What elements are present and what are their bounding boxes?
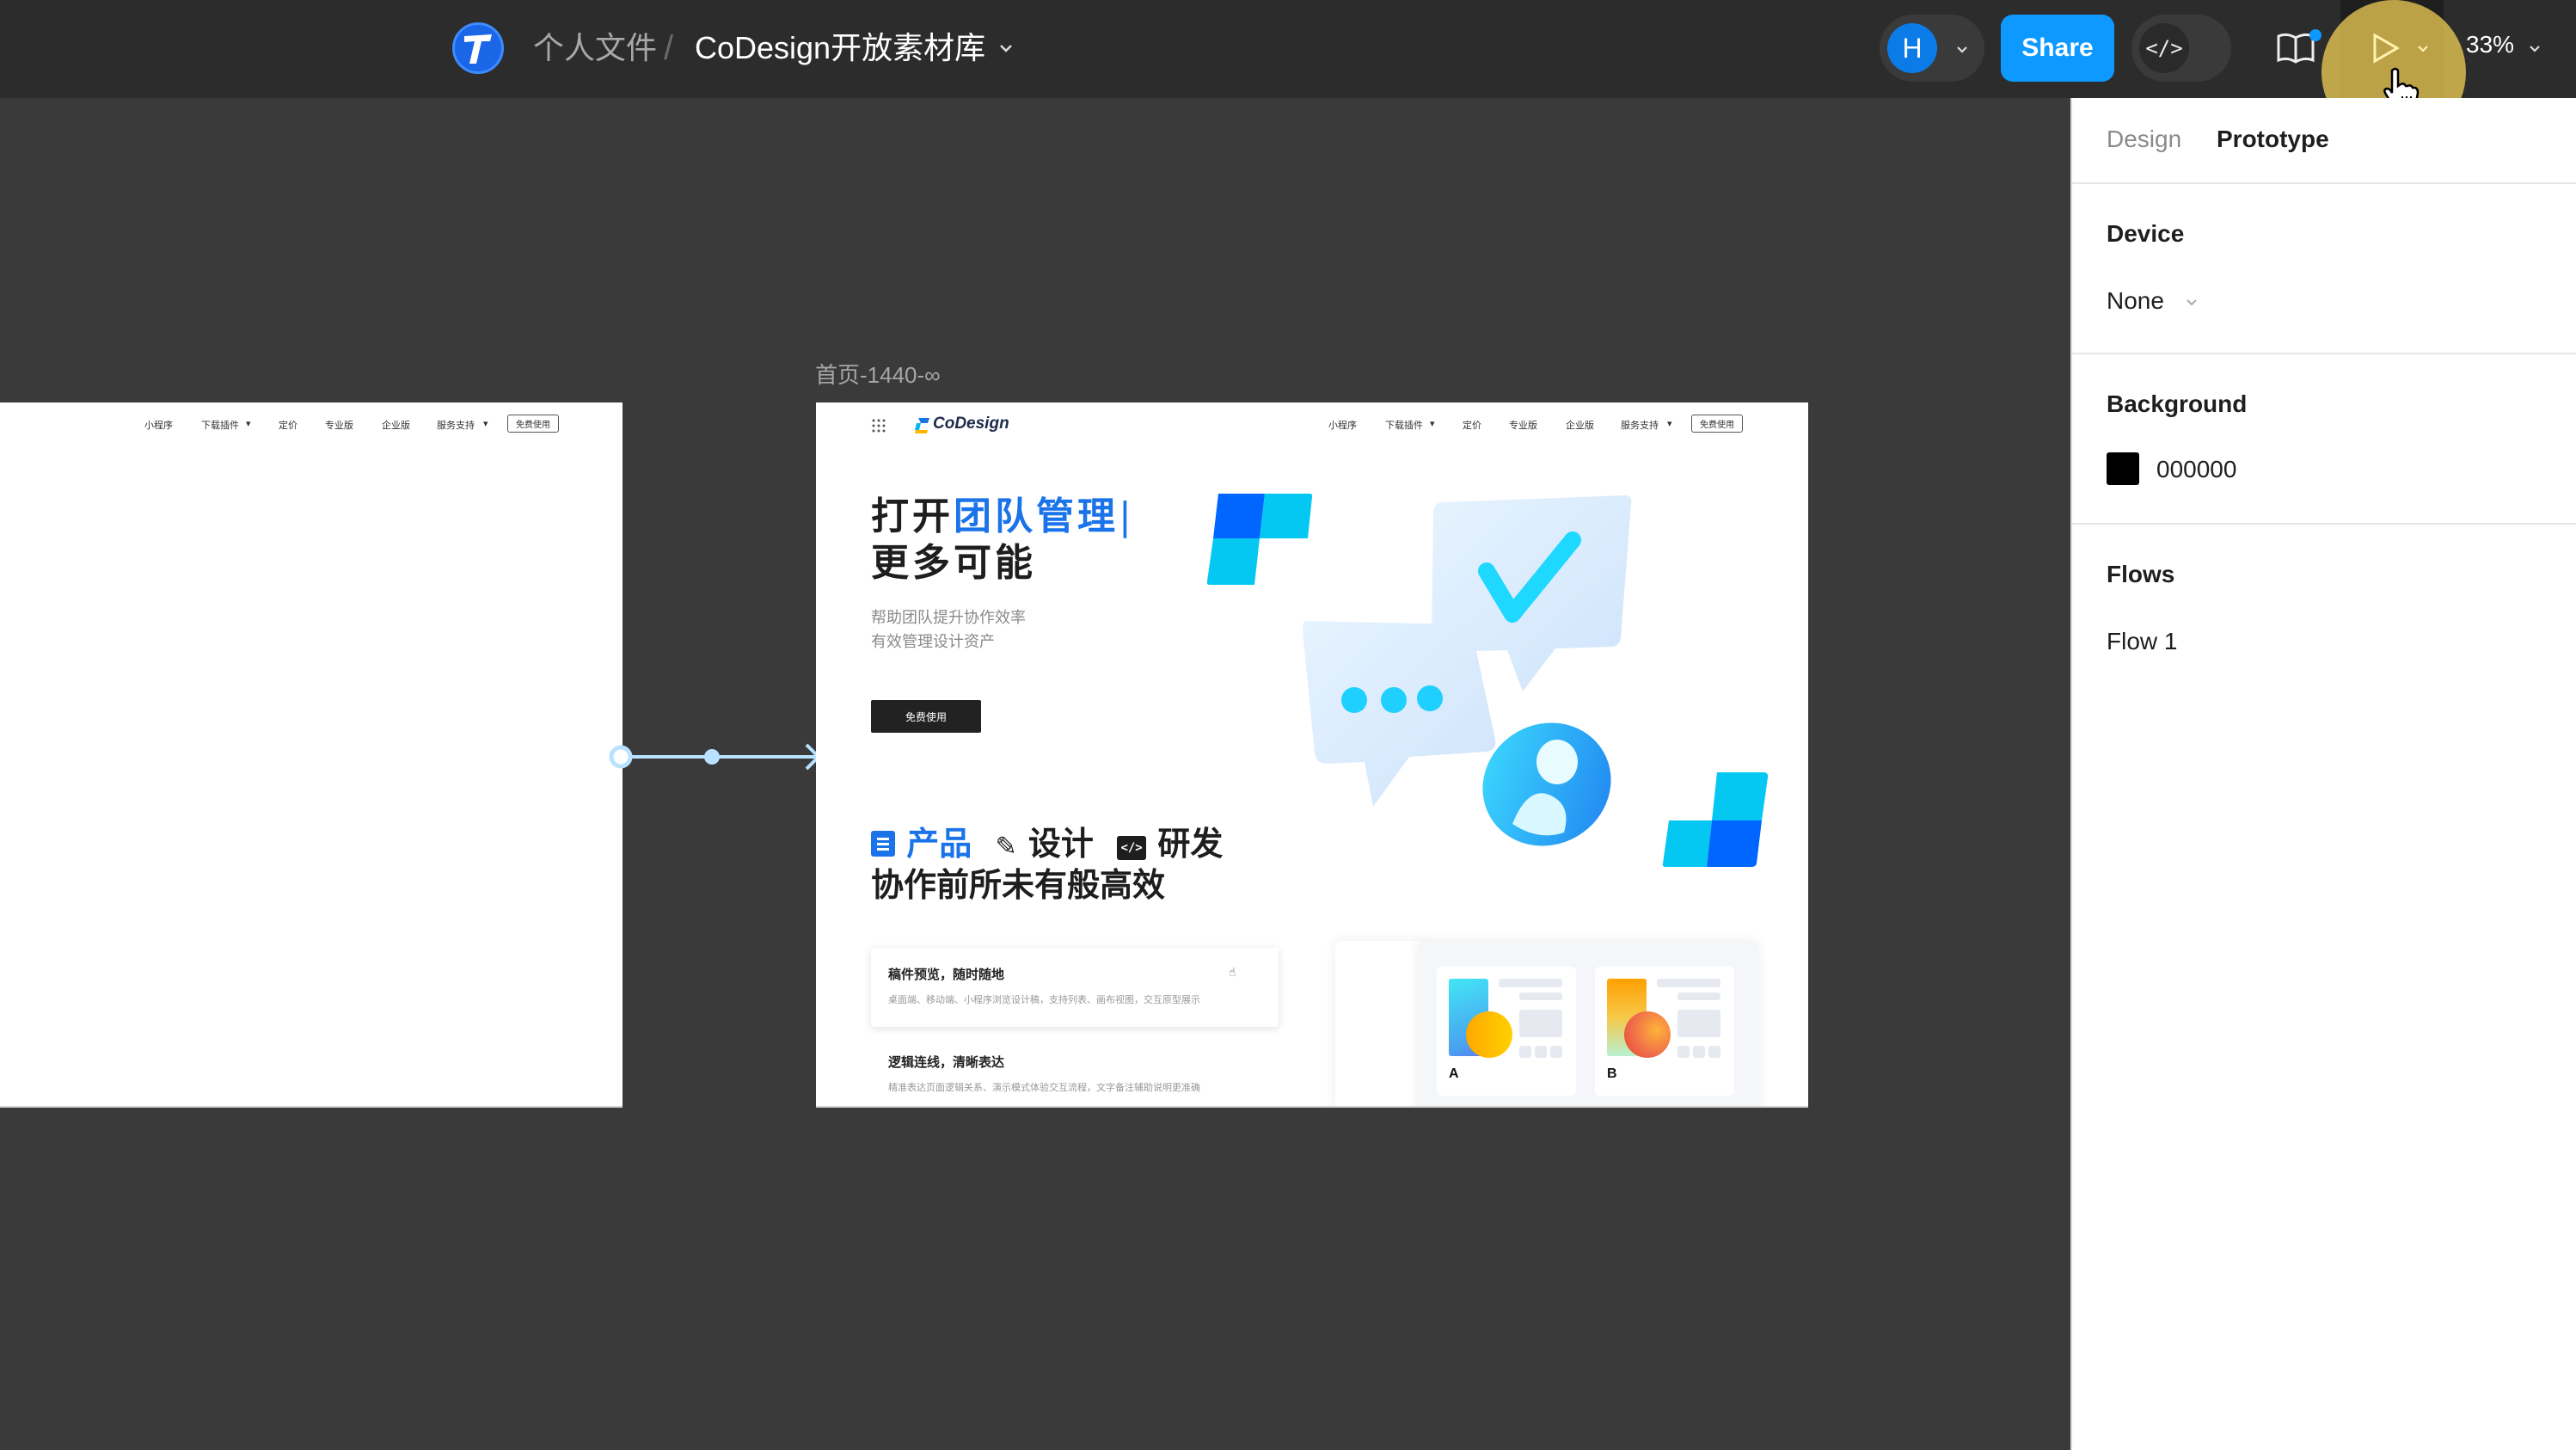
nav-item: 定价 xyxy=(1463,421,1481,431)
feature-desc: 精准表达页面逻辑关系、演示模式体验交互流程，文字备注辅助说明更准确 xyxy=(888,1082,1200,1093)
typing-bubble-icon xyxy=(1303,621,1496,807)
connector-start-handle xyxy=(609,745,633,769)
feature-card: 逻辑连线，清晰表达 精准表达页面逻辑关系、演示模式体验交互流程，文字备注辅助说明… xyxy=(871,1035,1279,1106)
nav-item: 企业版 xyxy=(1566,421,1594,431)
hero-subtitle-1: 帮助团队提升协作效率 xyxy=(871,609,1026,627)
tag-development: 研发 xyxy=(1157,825,1224,863)
user-menu[interactable]: H xyxy=(1880,15,1984,82)
nav-item: 小程序 xyxy=(144,421,173,431)
dropdown-dot-icon: ▾ xyxy=(1667,419,1672,429)
background-hex-input[interactable]: 000000 xyxy=(2156,456,2236,483)
file-name[interactable]: CoDesign开放素材库 xyxy=(695,26,985,71)
breadcrumb-separator: / xyxy=(664,29,674,67)
avatar[interactable]: H xyxy=(1887,23,1937,73)
grid-menu-icon xyxy=(872,419,886,433)
breadcrumb-parent[interactable]: 个人文件 xyxy=(533,26,657,71)
background-title: Background xyxy=(2107,390,2248,417)
zoom-level[interactable]: 33% xyxy=(2466,31,2514,58)
tag-design: 设计 xyxy=(1027,825,1094,863)
hero-subtitle-2: 有效管理设计资产 xyxy=(871,633,995,651)
tab-design[interactable]: Design xyxy=(2107,126,2181,153)
hand-cursor-icon: ☝ xyxy=(1229,965,1236,979)
chevron-down-icon[interactable] xyxy=(996,38,1016,58)
nav-cta-button: 免费使用 xyxy=(507,415,559,433)
frame-homepage[interactable]: CoDesign 小程序 下载插件 ▾ 定价 专业版 企业版 服务支持 ▾ 免费… xyxy=(816,402,1808,1108)
feature-card: 稿件预览，随时随地 桌面端、移动端、小程序浏览设计稿，支持列表、画布视图，交互原… xyxy=(871,948,1279,1027)
mock-card-label: B xyxy=(1607,1066,1617,1081)
feature-tags: 产品 ✎ 设计 </> 研发 xyxy=(871,817,1223,864)
hero-cta-button: 免费使用 xyxy=(871,700,981,733)
flows-section: Flows Flow 1 xyxy=(2072,525,2576,697)
mock-card-a: A xyxy=(1437,967,1576,1096)
code-icon: </> xyxy=(1117,836,1147,860)
text-caret: | xyxy=(1119,495,1135,538)
document-icon xyxy=(871,831,895,857)
background-section: Background 000000 xyxy=(2072,354,2576,525)
dropdown-dot-icon: ▾ xyxy=(246,419,251,429)
frame-left[interactable]: 小程序 下载插件 ▾ 定价 专业版 企业版 服务支持 ▾ 免费使用 xyxy=(0,402,623,1108)
device-title: Device xyxy=(2107,220,2185,247)
nav-item: 定价 xyxy=(279,421,297,431)
top-bar: 个人文件 / CoDesign开放素材库 H Share </> 33% xyxy=(0,0,2576,144)
mock-card-b: B xyxy=(1595,967,1734,1096)
device-section: Device None xyxy=(2072,184,2576,354)
nav-item: 下载插件 xyxy=(201,421,239,431)
feature-desc: 桌面端、移动端、小程序浏览设计稿，支持列表、画布视图，交互原型展示 xyxy=(888,994,1200,1005)
dropdown-dot-icon: ▾ xyxy=(483,419,488,429)
tab-prototype[interactable]: Prototype xyxy=(2217,126,2329,153)
dropdown-dot-icon: ▾ xyxy=(1430,419,1435,429)
nav-item: 小程序 xyxy=(1328,421,1357,431)
flow-item[interactable]: Flow 1 xyxy=(2107,628,2177,655)
feature-title: 稿件预览，随时随地 xyxy=(888,967,1005,982)
device-select[interactable]: None xyxy=(2107,287,2164,315)
nav-item: 专业版 xyxy=(325,421,353,431)
chevron-down-icon[interactable] xyxy=(2526,40,2543,57)
properties-panel: Design Prototype Device None Background … xyxy=(2070,98,2576,1450)
color-swatch[interactable] xyxy=(2107,452,2139,485)
brand-name: CoDesign xyxy=(933,415,1009,433)
mock-gallery: A B xyxy=(1418,941,1758,1106)
flows-title: Flows xyxy=(2107,561,2175,587)
codesign-logo-icon xyxy=(915,418,929,433)
ruler-pencil-icon: ✎ xyxy=(995,832,1017,862)
panel-tabs: Design Prototype xyxy=(2072,98,2576,184)
section-headline: 协作前所未有般高效 xyxy=(871,866,1166,904)
dev-mode-toggle[interactable]: </> xyxy=(2131,15,2231,82)
nav-item: 服务支持 xyxy=(437,421,475,431)
mock-card-label: A xyxy=(1449,1066,1459,1081)
nav-cta-button: 免费使用 xyxy=(1691,415,1743,433)
nav-item: 专业版 xyxy=(1509,421,1537,431)
play-icon[interactable] xyxy=(2371,33,2401,64)
blue-tile-shape-icon xyxy=(1662,772,1769,867)
frame-label[interactable]: 首页-1440-∞ xyxy=(815,358,941,390)
app-logo-icon[interactable] xyxy=(452,22,504,74)
chevron-down-icon[interactable] xyxy=(1953,40,1971,58)
feature-title: 逻辑连线，清晰表达 xyxy=(888,1054,1005,1070)
share-button[interactable]: Share xyxy=(2001,15,2114,82)
chevron-down-icon[interactable] xyxy=(2414,40,2432,57)
prototype-connector[interactable] xyxy=(602,740,825,774)
chevron-down-icon[interactable] xyxy=(2184,294,2199,310)
canvas[interactable]: 小程序 下载插件 ▾ 定价 专业版 企业版 服务支持 ▾ 免费使用 首页-144… xyxy=(0,98,2070,1450)
code-icon: </> xyxy=(2139,23,2189,73)
nav-item: 下载插件 xyxy=(1385,421,1423,431)
tag-product: 产品 xyxy=(906,825,972,863)
hero-title-line2: 更多可能 xyxy=(871,541,1036,585)
connector-mid-handle xyxy=(704,749,720,765)
nav-item: 企业版 xyxy=(382,421,410,431)
mock-sidebar xyxy=(1335,941,1425,1106)
notification-dot xyxy=(2309,29,2321,41)
nav-item: 服务支持 xyxy=(1621,421,1659,431)
